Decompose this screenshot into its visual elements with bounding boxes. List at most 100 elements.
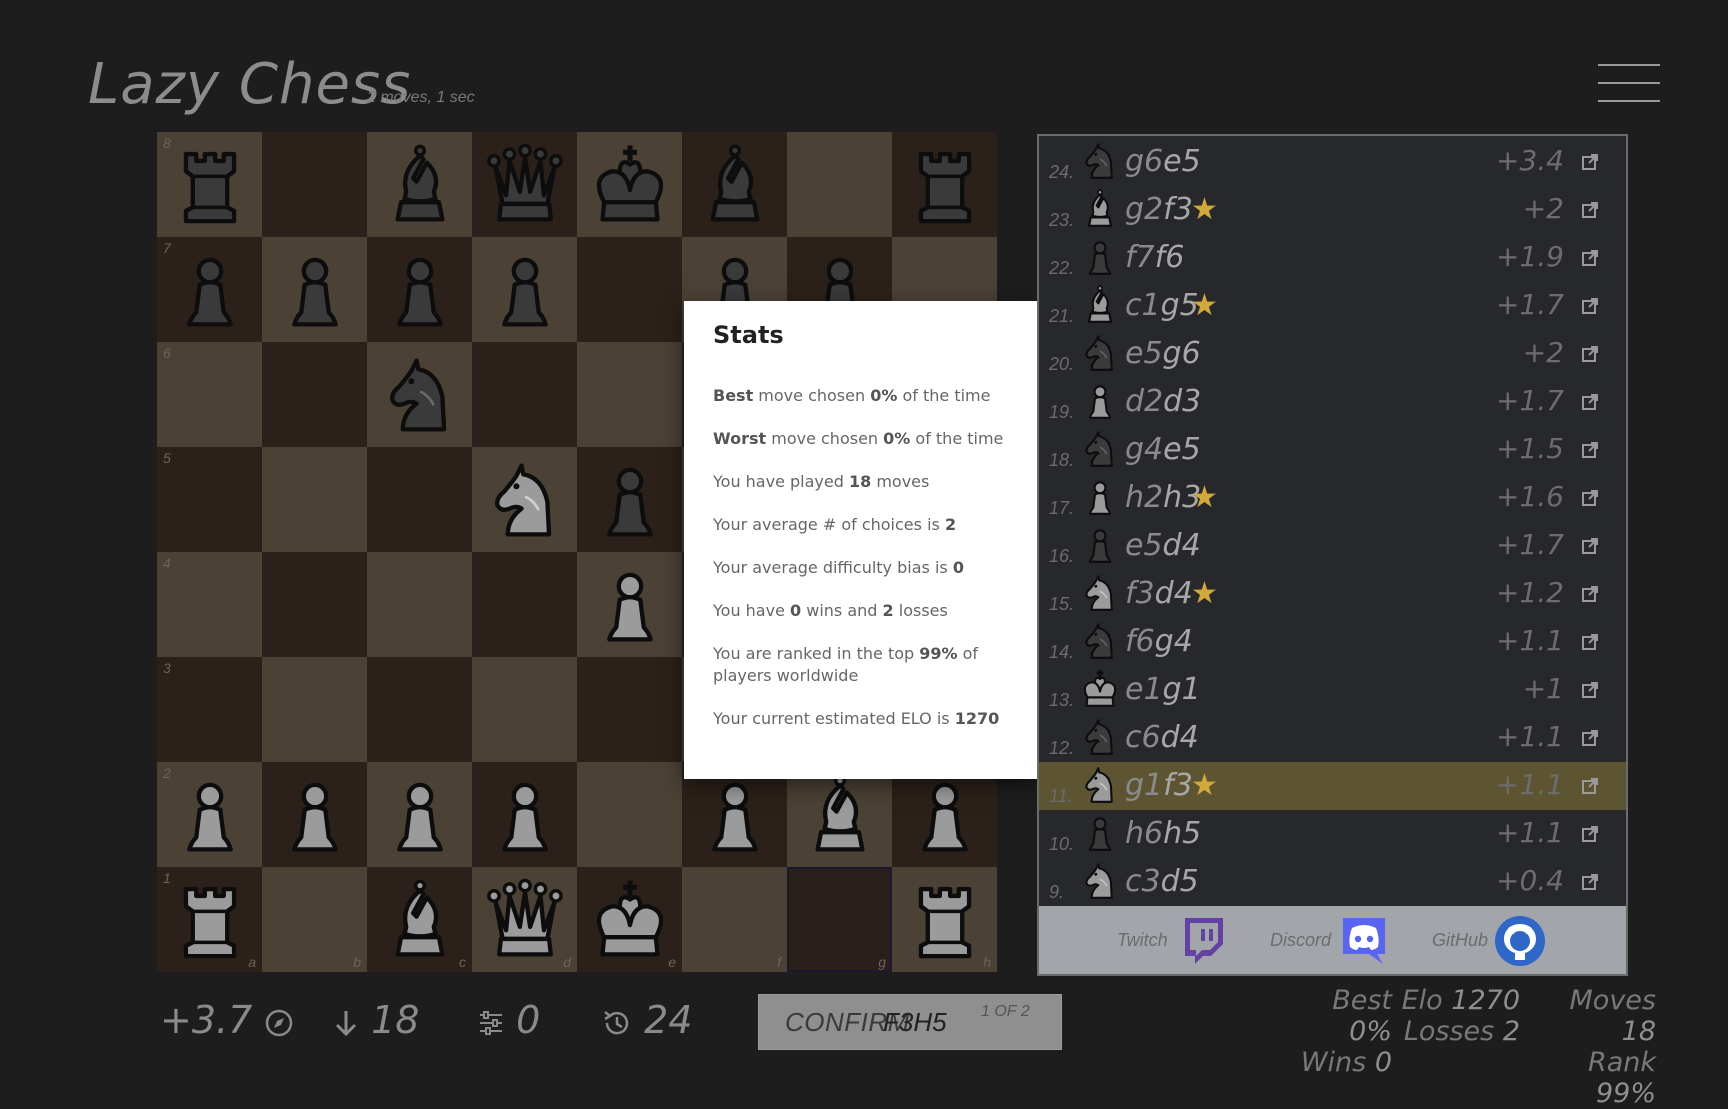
square-b7[interactable]: [262, 237, 367, 342]
square-h8[interactable]: [892, 132, 997, 237]
square-d1[interactable]: d: [472, 867, 577, 972]
move-row[interactable]: 17. h2h3 ★ +1.6: [1039, 474, 1626, 522]
square-a7[interactable]: 7: [157, 237, 262, 342]
move-row[interactable]: 19. d2d3 +1.7: [1039, 378, 1626, 426]
external-link-icon[interactable]: [1582, 298, 1598, 314]
square-g1[interactable]: g: [787, 867, 892, 972]
move-row[interactable]: 10. h6h5 +1.1: [1039, 810, 1626, 858]
black-pawn-icon[interactable]: [157, 237, 262, 342]
black-queen-icon[interactable]: [472, 132, 577, 237]
move-row[interactable]: 14. f6g4 +1.1: [1039, 618, 1626, 666]
black-pawn-icon[interactable]: [262, 237, 367, 342]
square-f1[interactable]: f: [682, 867, 787, 972]
white-bishop-icon[interactable]: [367, 867, 472, 972]
square-d4[interactable]: [472, 552, 577, 657]
move-row[interactable]: 16. e5d4 +1.7: [1039, 522, 1626, 570]
square-a3[interactable]: 3: [157, 657, 262, 762]
square-e6[interactable]: [577, 342, 682, 447]
square-a1[interactable]: 1a: [157, 867, 262, 972]
white-rook-icon[interactable]: [892, 867, 997, 972]
black-pawn-icon[interactable]: [367, 237, 472, 342]
move-row[interactable]: 18. g4e5 +1.5: [1039, 426, 1626, 474]
square-c2[interactable]: [367, 762, 472, 867]
square-b2[interactable]: [262, 762, 367, 867]
square-c7[interactable]: [367, 237, 472, 342]
external-link-icon[interactable]: [1582, 874, 1598, 890]
square-e5[interactable]: [577, 447, 682, 552]
square-b5[interactable]: [262, 447, 367, 552]
move-row[interactable]: 13. e1g1 +1: [1039, 666, 1626, 714]
external-link-icon[interactable]: [1582, 394, 1598, 410]
square-e7[interactable]: [577, 237, 682, 342]
square-b3[interactable]: [262, 657, 367, 762]
square-e3[interactable]: [577, 657, 682, 762]
discord-icon[interactable]: [1337, 914, 1391, 968]
square-a5[interactable]: 5: [157, 447, 262, 552]
move-row[interactable]: 9. c3d5 +0.4: [1039, 858, 1626, 904]
white-pawn-icon[interactable]: [157, 762, 262, 867]
black-rook-icon[interactable]: [157, 132, 262, 237]
square-e1[interactable]: e: [577, 867, 682, 972]
external-link-icon[interactable]: [1582, 538, 1598, 554]
move-row[interactable]: 12. c6d4 +1.1: [1039, 714, 1626, 762]
white-king-icon[interactable]: [577, 867, 682, 972]
square-a2[interactable]: 2: [157, 762, 262, 867]
external-link-icon[interactable]: [1582, 154, 1598, 170]
square-c1[interactable]: c: [367, 867, 472, 972]
external-link-icon[interactable]: [1582, 442, 1598, 458]
menu-icon[interactable]: [1598, 64, 1660, 102]
external-link-icon[interactable]: [1582, 634, 1598, 650]
square-f8[interactable]: [682, 132, 787, 237]
square-a6[interactable]: 6: [157, 342, 262, 447]
square-e8[interactable]: [577, 132, 682, 237]
square-c6[interactable]: [367, 342, 472, 447]
square-d2[interactable]: [472, 762, 577, 867]
square-d8[interactable]: [472, 132, 577, 237]
square-b6[interactable]: [262, 342, 367, 447]
github-icon[interactable]: [1493, 914, 1547, 968]
white-pawn-icon[interactable]: [472, 762, 577, 867]
square-d3[interactable]: [472, 657, 577, 762]
external-link-icon[interactable]: [1582, 778, 1598, 794]
square-c5[interactable]: [367, 447, 472, 552]
white-queen-icon[interactable]: [472, 867, 577, 972]
external-link-icon[interactable]: [1582, 490, 1598, 506]
move-row[interactable]: 15. f3d4 ★ +1.2: [1039, 570, 1626, 618]
external-link-icon[interactable]: [1582, 826, 1598, 842]
square-e2[interactable]: [577, 762, 682, 867]
square-d7[interactable]: [472, 237, 577, 342]
square-c4[interactable]: [367, 552, 472, 657]
move-row[interactable]: 23. g2f3 ★ +2: [1039, 186, 1626, 234]
square-d5[interactable]: [472, 447, 577, 552]
square-e4[interactable]: [577, 552, 682, 657]
black-pawn-icon[interactable]: [577, 447, 682, 552]
external-link-icon[interactable]: [1582, 682, 1598, 698]
external-link-icon[interactable]: [1582, 586, 1598, 602]
move-row[interactable]: 24. g6e5 +3.4: [1039, 138, 1626, 186]
square-b8[interactable]: [262, 132, 367, 237]
black-rook-icon[interactable]: [892, 132, 997, 237]
square-g8[interactable]: [787, 132, 892, 237]
black-king-icon[interactable]: [577, 132, 682, 237]
square-c8[interactable]: [367, 132, 472, 237]
black-knight-icon[interactable]: [367, 342, 472, 447]
move-row[interactable]: 11. g1f3 ★ +1.1: [1039, 762, 1626, 810]
square-b1[interactable]: b: [262, 867, 367, 972]
external-link-icon[interactable]: [1582, 346, 1598, 362]
confirm-move-button[interactable]: CONFIRM F3H5 1 OF 2: [758, 994, 1062, 1050]
square-a4[interactable]: 4: [157, 552, 262, 657]
external-link-icon[interactable]: [1582, 202, 1598, 218]
move-row[interactable]: 20. e5g6 +2: [1039, 330, 1626, 378]
white-pawn-icon[interactable]: [367, 762, 472, 867]
white-rook-icon[interactable]: [157, 867, 262, 972]
square-d6[interactable]: [472, 342, 577, 447]
white-pawn-icon[interactable]: [577, 552, 682, 657]
square-b4[interactable]: [262, 552, 367, 657]
external-link-icon[interactable]: [1582, 730, 1598, 746]
move-list[interactable]: 24. g6e5 +3.4 23. g2f3 ★ +2 22. f7f6 +1.…: [1039, 136, 1626, 904]
twitch-icon[interactable]: [1177, 914, 1231, 968]
black-bishop-icon[interactable]: [367, 132, 472, 237]
white-knight-icon[interactable]: [472, 447, 577, 552]
square-a8[interactable]: 8: [157, 132, 262, 237]
square-c3[interactable]: [367, 657, 472, 762]
